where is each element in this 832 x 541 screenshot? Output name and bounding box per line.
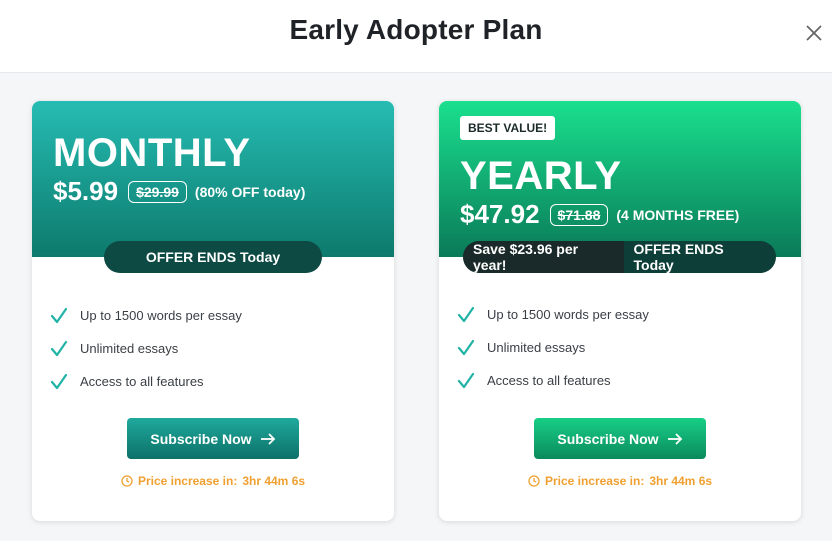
old-price: $71.88 bbox=[549, 203, 609, 226]
feature-label: Up to 1500 words per essay bbox=[487, 307, 649, 322]
plan-price: $5.99 bbox=[53, 176, 119, 206]
countdown-label: Price increase in: bbox=[137, 474, 238, 488]
check-icon bbox=[457, 339, 475, 355]
feature-label: Up to 1500 words per essay bbox=[80, 308, 242, 323]
feature-item: Access to all features bbox=[50, 365, 242, 398]
clock-icon bbox=[121, 475, 133, 487]
modal-header: Early Adopter Plan bbox=[0, 0, 832, 73]
price-countdown: Price increase in: 3hr 44m 6s bbox=[32, 474, 394, 488]
countdown-value: 3hr 44m 6s bbox=[242, 474, 306, 488]
check-icon bbox=[50, 307, 68, 323]
price-note: (80% OFF today) bbox=[194, 183, 306, 200]
subscribe-yearly-button[interactable]: Subscribe Now bbox=[534, 418, 706, 459]
feature-item: Access to all features bbox=[457, 364, 649, 397]
plan-price: $47.92 bbox=[460, 199, 540, 229]
arrow-right-icon bbox=[667, 432, 682, 445]
check-icon bbox=[457, 372, 475, 388]
check-icon bbox=[50, 340, 68, 356]
best-value-badge: BEST VALUE! bbox=[460, 116, 556, 140]
check-icon bbox=[50, 373, 68, 389]
subscribe-label: Subscribe Now bbox=[150, 430, 252, 447]
subscribe-label: Subscribe Now bbox=[557, 430, 659, 447]
subscribe-monthly-button[interactable]: Subscribe Now bbox=[127, 418, 299, 459]
pricing-modal: Early Adopter Plan MONTHLY $5.99 $29.99 … bbox=[0, 0, 832, 541]
feature-label: Unlimited essays bbox=[487, 340, 586, 355]
feature-label: Unlimited essays bbox=[80, 341, 179, 356]
arrow-right-icon bbox=[260, 432, 275, 445]
price-note: (4 MONTHS FREE) bbox=[616, 206, 740, 223]
plan-header: BEST VALUE! YEARLY $47.92 $71.88 (4 MONT… bbox=[439, 101, 801, 257]
plan-name: YEARLY bbox=[460, 154, 622, 198]
price-row: $47.92 $71.88 (4 MONTHS FREE) bbox=[460, 199, 739, 230]
feature-label: Access to all features bbox=[487, 373, 611, 388]
close-icon[interactable] bbox=[803, 22, 825, 44]
plan-name: MONTHLY bbox=[53, 131, 251, 175]
countdown-label: Price increase in: bbox=[544, 474, 645, 488]
countdown-value: 3hr 44m 6s bbox=[649, 474, 713, 488]
feature-label: Access to all features bbox=[80, 374, 204, 389]
offer-ends-badge: Save $23.96 per year! OFFER ENDS Today bbox=[463, 241, 776, 273]
offer-ends-badge: OFFER ENDS Today bbox=[104, 241, 322, 273]
plan-card-yearly: BEST VALUE! YEARLY $47.92 $71.88 (4 MONT… bbox=[439, 101, 801, 521]
feature-item: Up to 1500 words per essay bbox=[50, 299, 242, 332]
check-icon bbox=[457, 306, 475, 322]
plan-header: MONTHLY $5.99 $29.99 (80% OFF today) bbox=[32, 101, 394, 257]
modal-title: Early Adopter Plan bbox=[289, 14, 543, 45]
feature-list: Up to 1500 words per essay Unlimited ess… bbox=[457, 298, 649, 397]
plan-card-monthly: MONTHLY $5.99 $29.99 (80% OFF today) OFF… bbox=[32, 101, 394, 521]
clock-icon bbox=[528, 475, 540, 487]
price-row: $5.99 $29.99 (80% OFF today) bbox=[53, 176, 305, 207]
feature-item: Up to 1500 words per essay bbox=[457, 298, 649, 331]
offer-ends-label: OFFER ENDS Today bbox=[633, 241, 724, 273]
price-countdown: Price increase in: 3hr 44m 6s bbox=[439, 474, 801, 488]
old-price: $29.99 bbox=[128, 180, 187, 203]
feature-list: Up to 1500 words per essay Unlimited ess… bbox=[50, 299, 242, 398]
savings-label: Save $23.96 per year! bbox=[463, 241, 624, 273]
feature-item: Unlimited essays bbox=[457, 331, 649, 364]
feature-item: Unlimited essays bbox=[50, 332, 242, 365]
